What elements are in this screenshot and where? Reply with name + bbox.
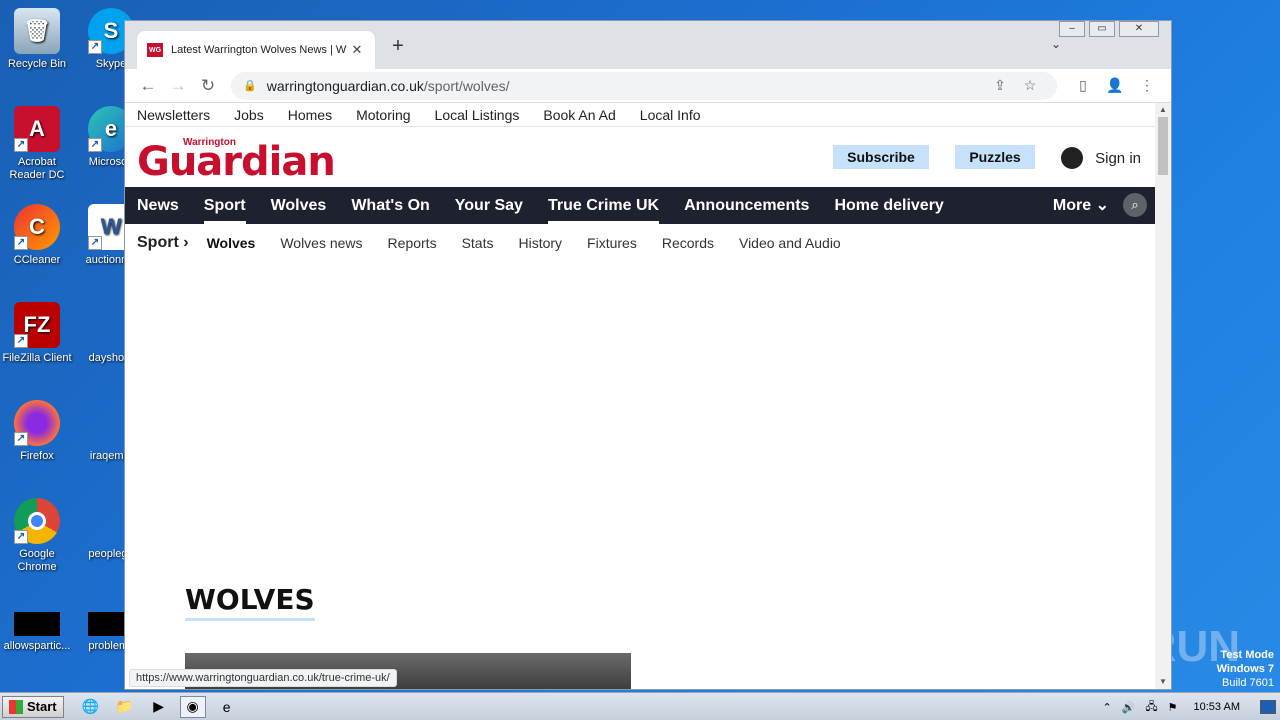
site-favicon: WG <box>147 43 163 57</box>
page-scrollbar[interactable]: ▲ ▼ <box>1155 103 1171 689</box>
sub-nav-section[interactable]: Sport › <box>137 234 189 252</box>
filezilla-icon: FZ ↗ <box>14 302 60 348</box>
url-text: warringtonguardian.co.uk/sport/wolves/ <box>266 77 510 94</box>
util-nav-book-an-ad[interactable]: Book An Ad <box>543 107 615 123</box>
page-viewport: Newsletters Jobs Homes Motoring Local Li… <box>125 103 1155 689</box>
page-title: WOLVES <box>185 583 315 621</box>
link-status-bar: https://www.warringtonguardian.co.uk/tru… <box>129 669 397 687</box>
file-explorer-taskbar-icon[interactable]: 📁 <box>112 696 138 718</box>
recycle-bin-icon: 🗑 <box>14 8 60 54</box>
sub-nav: Sport › Wolves Wolves news Reports Stats… <box>125 224 1155 261</box>
tray-expand-icon[interactable]: ⌃ <box>1102 701 1111 714</box>
desktop-icon-firefox[interactable]: ↗ Firefox <box>2 400 72 463</box>
search-icon[interactable]: ⌕ <box>1123 193 1147 217</box>
maximize-button[interactable]: ▭ <box>1089 21 1115 37</box>
sub-nav-wolves[interactable]: Wolves <box>207 235 256 251</box>
desktop-icon-ccleaner[interactable]: C ↗ CCleaner <box>2 204 72 267</box>
clock[interactable]: 10:53 AM <box>1194 701 1240 713</box>
start-button[interactable]: Start <box>2 695 64 718</box>
sub-nav-video-audio[interactable]: Video and Audio <box>739 235 841 251</box>
sub-nav-fixtures[interactable]: Fixtures <box>587 235 637 251</box>
scrollbar-thumb[interactable] <box>1158 117 1168 175</box>
browser-toolbar: ← → ↻ 🔒 warringtonguardian.co.uk/sport/w… <box>125 69 1171 103</box>
browser-menu-icon[interactable]: ⋮ <box>1131 77 1163 94</box>
close-tab-icon[interactable]: ✕ <box>349 42 365 58</box>
browser-tab[interactable]: WG Latest Warrington Wolves News | W ✕ <box>137 31 375 69</box>
chrome-icon: ↗ <box>14 498 60 544</box>
scroll-down-arrow-icon[interactable]: ▼ <box>1155 675 1171 689</box>
reload-icon[interactable]: ↻ <box>193 76 223 96</box>
system-tray: ⌃ 🔊 🖧 ⚑ 10:53 AM <box>1092 693 1280 720</box>
main-nav: News Sport Wolves What's On Your Say Tru… <box>125 187 1155 224</box>
util-nav-homes[interactable]: Homes <box>288 107 332 123</box>
desktop-icon-filezilla[interactable]: FZ ↗ FileZilla Client <box>2 302 72 365</box>
puzzles-button[interactable]: Puzzles <box>955 145 1035 169</box>
action-center-flag-icon[interactable]: ⚑ <box>1168 701 1178 714</box>
sub-nav-records[interactable]: Records <box>662 235 714 251</box>
brand-row: Warrington Guardian Subscribe Puzzles Si… <box>137 137 1141 185</box>
side-panel-icon[interactable]: ▯ <box>1067 77 1099 94</box>
bookmark-star-icon[interactable]: ☆ <box>1015 77 1045 94</box>
profile-avatar-icon[interactable]: 👤 <box>1099 77 1131 94</box>
main-nav-sport[interactable]: Sport <box>203 187 246 224</box>
util-nav-local-listings[interactable]: Local Listings <box>435 107 520 123</box>
main-nav-home-delivery[interactable]: Home delivery <box>834 187 943 224</box>
main-nav-true-crime-uk[interactable]: True Crime UK <box>547 187 660 224</box>
desktop-icon-acrobat[interactable]: A ↗ Acrobat Reader DC <box>2 106 72 182</box>
windows-test-mode-watermark: Test Mode Windows 7 Build 7601 <box>1216 649 1274 689</box>
file-icon <box>14 612 60 636</box>
tab-strip: WG Latest Warrington Wolves News | W ✕ +… <box>125 21 1171 69</box>
user-icon <box>1061 147 1084 169</box>
main-nav-your-say[interactable]: Your Say <box>455 187 523 224</box>
utility-nav: Newsletters Jobs Homes Motoring Local Li… <box>125 103 1155 127</box>
util-nav-motoring[interactable]: Motoring <box>356 107 410 123</box>
chevron-down-icon: ⌄ <box>1095 197 1109 214</box>
ccleaner-icon: C ↗ <box>14 204 60 250</box>
main-nav-news[interactable]: News <box>137 187 179 224</box>
sub-nav-wolves-news[interactable]: Wolves news <box>280 235 362 251</box>
sign-in-link[interactable]: Sign in <box>1061 147 1141 169</box>
network-icon[interactable]: 🖧 <box>1145 698 1157 717</box>
close-window-button[interactable]: ✕ <box>1119 21 1159 37</box>
windows-flag-icon <box>9 699 23 714</box>
internet-explorer-taskbar-icon[interactable]: 🌐 <box>78 696 104 718</box>
new-tab-button[interactable]: + <box>387 35 409 58</box>
main-nav-whats-on[interactable]: What's On <box>351 187 429 224</box>
subscribe-button[interactable]: Subscribe <box>833 145 929 169</box>
more-menu-button[interactable]: More ⌄ <box>1053 187 1109 224</box>
main-nav-wolves[interactable]: Wolves <box>271 187 327 224</box>
sub-nav-stats[interactable]: Stats <box>462 235 494 251</box>
util-nav-local-info[interactable]: Local Info <box>640 107 701 123</box>
window-controls: – ▭ ✕ <box>1059 21 1159 37</box>
share-icon[interactable]: ⇪ <box>985 77 1015 94</box>
tab-search-chevron-icon[interactable]: ⌄ <box>1051 37 1061 51</box>
acrobat-icon: A ↗ <box>14 106 60 152</box>
back-arrow-icon[interactable]: ← <box>133 76 163 96</box>
address-bar[interactable]: 🔒 warringtonguardian.co.uk/sport/wolves/… <box>231 71 1057 100</box>
taskbar: Start 🌐 📁 ▶ ◉ e ⌃ 🔊 🖧 ⚑ 10:53 AM <box>0 692 1280 720</box>
main-nav-announcements[interactable]: Announcements <box>684 187 809 224</box>
chevron-right-icon: › <box>183 233 189 251</box>
edge-taskbar-icon[interactable]: e <box>214 696 240 718</box>
media-player-taskbar-icon[interactable]: ▶ <box>146 696 172 718</box>
firefox-icon: ↗ <box>14 400 60 446</box>
sub-nav-reports[interactable]: Reports <box>388 235 437 251</box>
desktop-icon-recycle-bin[interactable]: 🗑 Recycle Bin <box>2 8 72 71</box>
util-nav-jobs[interactable]: Jobs <box>234 107 264 123</box>
minimize-button[interactable]: – <box>1059 21 1085 37</box>
desktop-icon-google-chrome[interactable]: ↗ Google Chrome <box>2 498 72 574</box>
volume-icon[interactable]: 🔊 <box>1122 701 1136 714</box>
util-nav-newsletters[interactable]: Newsletters <box>137 107 210 123</box>
lock-icon: 🔒 <box>243 80 257 92</box>
forward-arrow-icon[interactable]: → <box>163 76 193 96</box>
tab-title: Latest Warrington Wolves News | W <box>171 44 347 56</box>
scroll-up-arrow-icon[interactable]: ▲ <box>1155 103 1171 117</box>
chrome-taskbar-icon[interactable]: ◉ <box>179 695 206 718</box>
show-desktop-button[interactable] <box>1260 700 1276 714</box>
sub-nav-history[interactable]: History <box>518 235 562 251</box>
desktop-icon-allowspartic[interactable]: allowspartic... <box>2 612 72 653</box>
browser-window: WG Latest Warrington Wolves News | W ✕ +… <box>124 20 1172 690</box>
